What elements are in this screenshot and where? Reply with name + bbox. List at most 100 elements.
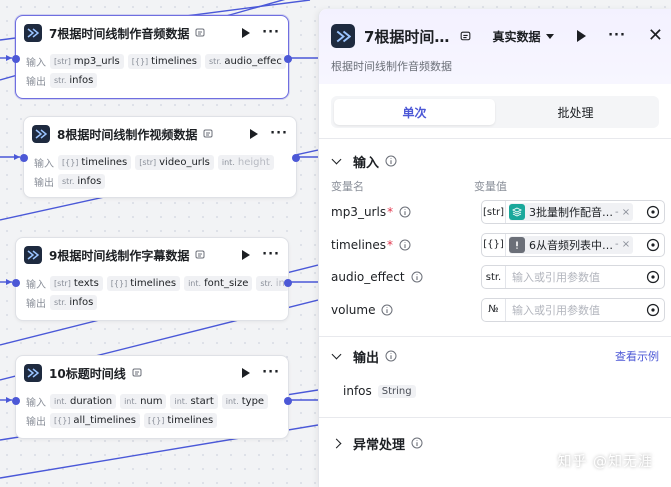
more-icon[interactable]: ··· (608, 29, 626, 42)
node-title-timeline[interactable]: 10标题时间线 ··· 输入 int. duration int. num int.… (12, 355, 292, 439)
run-node-icon[interactable] (577, 30, 587, 42)
variable-value-field[interactable]: [{}] 6从音频列表中… - × (481, 232, 665, 257)
input-port[interactable] (12, 397, 20, 405)
node-detail-panel: 7根据时间… 真实数据 ··· ✕ 根据时间线制作音频数据 单次 批处理 输入 … (318, 9, 671, 487)
node-audio-data[interactable]: 7根据时间线制作音频数据 ··· 输入 [str] mp3_urls [{}] ti… (12, 15, 292, 99)
panel-logo-icon (331, 24, 355, 48)
node-title: 9根据时间线制作字幕数据 (49, 248, 190, 263)
type-badge[interactable]: [str] (482, 201, 506, 224)
knowledge-icon (195, 250, 205, 259)
node-title: 8根据时间线制作视频数据 (57, 127, 198, 142)
tab-single[interactable]: 单次 (334, 99, 495, 125)
output-type-badge: String (377, 384, 416, 398)
knowledge-icon[interactable] (459, 30, 472, 43)
more-icon[interactable]: ··· (262, 26, 280, 39)
input-port[interactable] (20, 154, 28, 162)
output-section-header[interactable]: 输出 查看示例 (319, 341, 671, 371)
chevron-down-icon (331, 349, 342, 359)
tab-batch[interactable]: 批处理 (495, 99, 656, 125)
reference-text: 3批量制作配音… (529, 206, 613, 220)
reference-chip[interactable]: 3批量制作配音… - × (509, 203, 634, 222)
divider (319, 417, 671, 418)
param-tag: [str] video_urls (135, 155, 214, 170)
variable-name: timelines (331, 237, 387, 252)
value-input[interactable]: 输入或引用参数值 (512, 269, 600, 285)
output-port[interactable] (284, 55, 292, 63)
output-port[interactable] (284, 397, 292, 405)
target-icon[interactable] (646, 238, 660, 252)
more-icon[interactable]: ··· (270, 127, 288, 140)
variable-value-field[interactable]: [str] 3批量制作配音… - × (481, 200, 665, 225)
remove-reference-icon[interactable]: - × (615, 207, 630, 218)
param-tag: str. infos (58, 174, 106, 189)
param-tag: [str] mp3_urls (50, 54, 124, 69)
knowledge-icon (132, 368, 142, 377)
workflow-canvas[interactable]: 7根据时间线制作音频数据 ··· 输入 [str] mp3_urls [{}] ti… (0, 0, 318, 487)
node-video-data[interactable]: 8根据时间线制作视频数据 ··· 输入 [{}] timelines [str] v… (20, 116, 300, 198)
node-title: 7根据时间线制作音频数据 (49, 26, 190, 41)
close-icon[interactable]: ✕ (648, 27, 663, 45)
input-section-header[interactable]: 输入 (319, 146, 671, 176)
output-label: 输出 (34, 178, 54, 189)
type-badge[interactable]: str. (482, 266, 506, 289)
chevron-down-icon (331, 154, 342, 164)
variable-name: volume (331, 302, 376, 317)
info-icon (411, 437, 423, 449)
run-mode-tabs: 单次 批处理 (331, 96, 659, 128)
variable-name: mp3_urls (331, 205, 387, 220)
section-label: 异常处理 (353, 437, 406, 453)
target-icon[interactable] (646, 303, 660, 317)
knowledge-icon (203, 129, 213, 138)
more-icon[interactable]: ··· (262, 366, 280, 379)
node-subtitle-data[interactable]: 9根据时间线制作字幕数据 ··· 输入 [str] texts [{}] timel… (12, 237, 292, 321)
node-logo-icon (24, 364, 42, 382)
input-label: 输入 (26, 58, 46, 69)
reference-chip[interactable]: 6从音频列表中… - × (509, 235, 634, 254)
watermark: 知乎 @知无涯 (557, 454, 653, 470)
required-mark: * (387, 205, 394, 220)
run-node-icon[interactable] (242, 28, 251, 38)
input-port[interactable] (12, 55, 20, 63)
output-port[interactable] (284, 279, 292, 287)
output-port[interactable] (292, 154, 300, 162)
param-tag: int. height (217, 155, 274, 170)
param-tag: int. duration (50, 394, 117, 409)
info-icon (385, 350, 397, 362)
chevron-down-icon (546, 33, 555, 39)
target-icon[interactable] (646, 205, 660, 219)
remove-reference-icon[interactable]: - × (615, 239, 630, 250)
input-label: 输入 (34, 159, 54, 170)
variable-value-field[interactable]: str. 输入或引用参数值 (481, 265, 665, 290)
type-badge[interactable]: [{}] (482, 233, 506, 256)
panel-title: 7根据时间… (364, 27, 450, 46)
node-logo-icon (32, 125, 50, 143)
alert-icon (509, 236, 525, 253)
chevron-right-icon (331, 438, 342, 448)
param-tag: int. start (170, 394, 218, 409)
target-icon[interactable] (646, 270, 660, 284)
run-node-icon[interactable] (242, 368, 251, 378)
input-port[interactable] (12, 279, 20, 287)
run-node-icon[interactable] (242, 250, 251, 260)
section-label: 输入 (353, 155, 380, 171)
variable-row: timelines * [{}] 6从音频列表中… - × (319, 229, 671, 262)
run-node-icon[interactable] (250, 129, 259, 139)
param-tag: int. num (120, 394, 167, 409)
type-badge[interactable]: № (482, 298, 506, 321)
param-tag: [{}] timelines (143, 413, 218, 428)
section-label: 输出 (353, 350, 380, 366)
reference-text: 6从音频列表中… (529, 238, 613, 252)
node-title: 10标题时间线 (49, 366, 126, 381)
output-name: infos (343, 384, 372, 398)
variable-value-field[interactable]: № 输入或引用参数值 (481, 297, 665, 322)
value-input[interactable]: 输入或引用参数值 (512, 302, 600, 318)
view-example-link[interactable]: 查看示例 (615, 348, 659, 364)
variable-row: volume № 输入或引用参数值 (319, 294, 671, 327)
variable-column-header: 变量名 变量值 (319, 176, 671, 196)
panel-header: 7根据时间… 真实数据 ··· ✕ 根据时间线制作音频数据 (319, 9, 671, 84)
output-label: 输出 (26, 417, 46, 428)
data-mode-dropdown[interactable]: 真实数据 (492, 28, 555, 45)
more-icon[interactable]: ··· (262, 248, 280, 261)
col-variable-value: 变量值 (474, 180, 507, 193)
variable-row: mp3_urls * [str] 3批量制作配音… - × (319, 196, 671, 229)
